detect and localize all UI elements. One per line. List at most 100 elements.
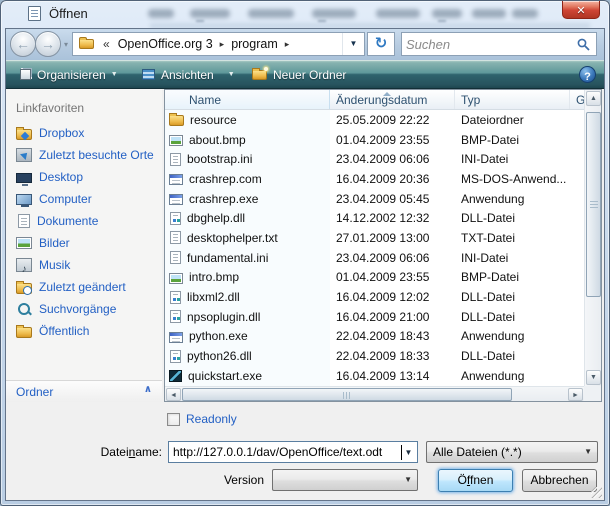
background-blur-blob [472, 9, 506, 18]
table-row[interactable]: npsoplugin.dll 16.04.2009 21:00 DLL-Date… [165, 307, 584, 327]
sidebar-item-desktop[interactable]: Desktop [10, 167, 158, 187]
background-blur-blob [248, 9, 294, 18]
table-row[interactable]: intro.bmp 01.04.2009 23:55 BMP-Datei [165, 268, 584, 288]
nav-history-chevron-icon[interactable]: ▾ [64, 40, 68, 49]
new-folder-label: Neuer Ordner [273, 68, 346, 82]
column-header-name[interactable]: Name [165, 90, 330, 109]
views-icon [142, 69, 155, 80]
refresh-button[interactable]: ↻ [367, 32, 395, 56]
organize-button[interactable]: Organisieren ▼ [12, 63, 126, 86]
table-row[interactable]: python26.dll 22.04.2009 18:33 DLL-Datei [165, 346, 584, 366]
computer-icon [16, 194, 32, 205]
back-icon: ← [16, 36, 30, 52]
search-box [401, 32, 597, 56]
horizontal-scrollbar[interactable]: ◄ ► [165, 386, 584, 401]
breadcrumb-separator-icon[interactable]: ▸ [285, 39, 290, 50]
table-row[interactable]: crashrep.com 16.04.2009 20:36 MS-DOS-Anw… [165, 169, 584, 189]
help-button[interactable]: ? [579, 66, 596, 83]
filetype-combobox[interactable]: Alle Dateien (*.*) ▼ [426, 441, 598, 463]
sidebar-item-searches[interactable]: Suchvorgänge [10, 299, 158, 319]
application-file-icon [169, 332, 183, 343]
sidebar-item-dropbox[interactable]: Dropbox [10, 123, 158, 143]
column-header-size[interactable]: G [570, 90, 584, 109]
readonly-row: Readonly [167, 412, 237, 426]
table-row[interactable]: crashrep.exe 23.04.2009 05:45 Anwendung [165, 189, 584, 209]
sidebar-item-pictures[interactable]: Bilder [10, 233, 158, 253]
breadcrumb-separator-icon[interactable]: ▸ [220, 39, 225, 50]
table-row[interactable]: resource 25.05.2009 22:22 Dateiordner [165, 110, 584, 130]
folders-expander[interactable]: Ordner ∧ [6, 380, 162, 402]
quickstart-file-icon [169, 370, 182, 382]
readonly-label: Readonly [186, 412, 237, 426]
breadcrumb-item[interactable]: OpenOffice.org 3 [118, 37, 213, 51]
views-button[interactable]: Ansichten ▼ [134, 63, 243, 86]
scroll-left-icon: ◄ [167, 389, 180, 402]
scroll-up-icon: ▲ [587, 92, 600, 105]
breadcrumb-item[interactable]: program [231, 37, 278, 51]
close-icon: ✕ [576, 5, 585, 17]
views-label: Ansichten [161, 68, 214, 82]
dialog-footer: Readonly Dateiname: http://127.0.0.1/dav… [6, 402, 604, 500]
close-button[interactable]: ✕ [562, 1, 600, 19]
dll-file-icon [170, 350, 181, 363]
dropdown-icon: ▼ [350, 39, 358, 48]
breadcrumb-overflow[interactable]: « [103, 37, 110, 51]
filename-dropdown-button[interactable]: ▼ [400, 442, 417, 462]
table-row[interactable]: python.exe 22.04.2009 18:43 Anwendung [165, 327, 584, 347]
table-row[interactable]: about.bmp 01.04.2009 23:55 BMP-Datei [165, 130, 584, 150]
horizontal-scroll-thumb[interactable] [182, 388, 512, 401]
text-file-icon [170, 153, 181, 166]
music-icon: ♪ [16, 258, 32, 272]
titlebar[interactable]: Öffnen ✕ [0, 0, 610, 28]
table-row[interactable]: bootstrap.ini 23.04.2009 06:06 INI-Datei [165, 149, 584, 169]
open-button[interactable]: Öffnen [438, 469, 513, 492]
table-row[interactable]: quickstart.exe 16.04.2009 13:14 Anwendun… [165, 366, 584, 386]
sidebar-item-computer[interactable]: Computer [10, 189, 158, 209]
dropdown-icon: ▼ [228, 71, 235, 78]
vertical-scrollbar[interactable]: ▲ ▼ [584, 90, 601, 386]
sidebar-item-recently-changed[interactable]: Zuletzt geändert [10, 277, 158, 297]
public-folder-icon [16, 327, 32, 338]
scroll-right-button[interactable]: ► [568, 388, 583, 401]
sidebar-item-music[interactable]: ♪ Musik [10, 255, 158, 275]
background-blur-underline [438, 20, 446, 22]
recently-changed-icon [16, 283, 32, 294]
readonly-checkbox[interactable] [167, 413, 180, 426]
column-header-type[interactable]: Typ [455, 90, 570, 109]
column-header-date[interactable]: Änderungsdatum [330, 90, 455, 109]
version-combobox[interactable]: ▼ [272, 469, 418, 491]
cancel-button[interactable]: Abbrechen [522, 469, 597, 492]
sidebar-item-documents[interactable]: Dokumente [10, 211, 158, 231]
organize-icon [20, 69, 31, 80]
sort-ascending-icon [383, 92, 391, 96]
table-row[interactable]: dbghelp.dll 14.12.2002 12:32 DLL-Datei [165, 208, 584, 228]
forward-button[interactable]: → [35, 31, 61, 57]
table-row[interactable]: libxml2.dll 16.04.2009 12:02 DLL-Datei [165, 287, 584, 307]
new-folder-icon [252, 70, 267, 80]
organize-label: Organisieren [37, 68, 106, 82]
sidebar-item-recent-places[interactable]: Zuletzt besuchte Orte [10, 145, 158, 165]
scroll-down-icon: ▼ [587, 371, 600, 384]
new-folder-button[interactable]: Neuer Ordner [244, 63, 354, 86]
breadcrumb[interactable]: « OpenOffice.org 3 ▸ program ▸ ▼ [72, 32, 365, 56]
sidebar-item-public[interactable]: Öffentlich [10, 321, 158, 341]
filename-label: Dateiname: [66, 445, 162, 459]
filename-combobox[interactable]: http://127.0.0.1/dav/OpenOffice/text.odt… [168, 441, 418, 463]
resize-grip[interactable] [591, 487, 602, 498]
vertical-scroll-thumb[interactable] [586, 112, 601, 297]
table-row[interactable]: fundamental.ini 23.04.2009 06:06 INI-Dat… [165, 248, 584, 268]
back-button[interactable]: ← [10, 31, 36, 57]
address-dropdown-button[interactable]: ▼ [342, 33, 364, 55]
table-row[interactable]: desktophelper.txt 27.01.2009 13:00 TXT-D… [165, 228, 584, 248]
scroll-down-button[interactable]: ▼ [586, 370, 601, 385]
scroll-up-button[interactable]: ▲ [586, 91, 601, 106]
scroll-left-button[interactable]: ◄ [166, 388, 181, 401]
search-input[interactable] [404, 34, 572, 54]
dll-file-icon [170, 212, 181, 225]
favorites-header: Linkfavoriten [16, 101, 84, 115]
scrollbar-corner [584, 386, 601, 401]
version-label: Version [176, 473, 264, 487]
address-bar-row: ← → ▾ « OpenOffice.org 3 ▸ program ▸ ▼ ↻ [6, 29, 604, 60]
dropdown-icon: ▼ [404, 470, 412, 490]
column-headers: Name Änderungsdatum Typ G [165, 90, 584, 110]
